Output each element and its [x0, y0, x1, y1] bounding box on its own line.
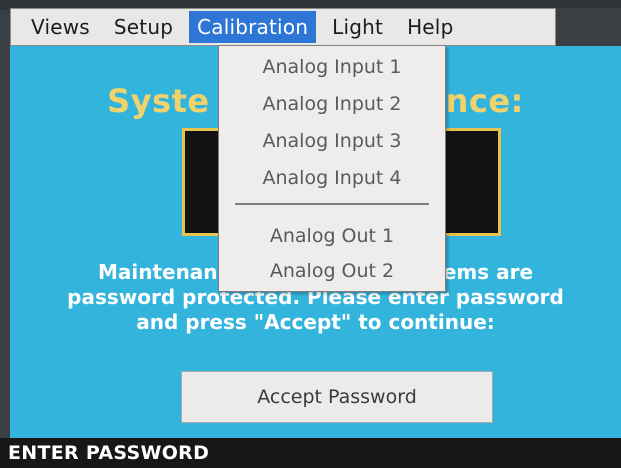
status-text: ENTER PASSWORD [8, 442, 210, 464]
menu-views[interactable]: Views [23, 11, 98, 43]
menu-light[interactable]: Light [324, 11, 391, 43]
menu-setup[interactable]: Setup [106, 11, 181, 43]
dropdown-item-analog-input-1[interactable]: Analog Input 1 [219, 52, 445, 82]
dropdown-item-analog-input-3[interactable]: Analog Input 3 [219, 126, 445, 156]
dropdown-item-analog-out-2[interactable]: Analog Out 2 [219, 256, 445, 286]
menu-calibration[interactable]: Calibration [189, 11, 317, 43]
dropdown-item-analog-input-2[interactable]: Analog Input 2 [219, 89, 445, 119]
menu-help[interactable]: Help [399, 11, 461, 43]
bezel-right [556, 8, 621, 46]
message-line-3: and press "Accept" to continue: [136, 310, 495, 334]
menu-bar: Views Setup Calibration Light Help [10, 8, 556, 46]
heading-right: nce: [445, 82, 524, 120]
dropdown-separator [235, 203, 429, 205]
accept-password-button[interactable]: Accept Password [181, 371, 493, 423]
dropdown-item-analog-input-4[interactable]: Analog Input 4 [219, 163, 445, 193]
heading-left: Syste [107, 82, 210, 120]
status-bar: ENTER PASSWORD [0, 438, 621, 468]
dropdown-item-analog-out-1[interactable]: Analog Out 1 [219, 221, 445, 251]
calibration-dropdown: Analog Input 1 Analog Input 2 Analog Inp… [218, 45, 446, 292]
